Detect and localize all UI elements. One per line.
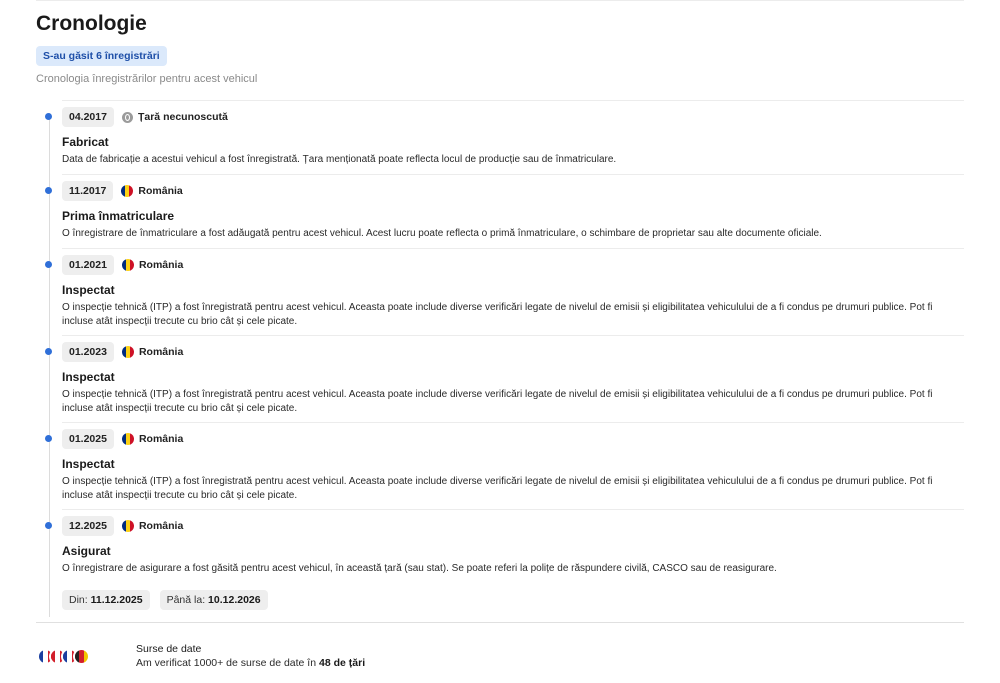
timeline-entry: 12.2025 România Asigurat O înregistrare …	[45, 509, 964, 610]
country-label: România	[121, 259, 184, 271]
period-to-chip: Până la: 10.12.2026	[159, 590, 268, 610]
timeline-entry: 04.2017 Țară necunoscută Fabricat Data d…	[45, 100, 964, 173]
country-name: România	[138, 520, 184, 532]
entry-description: O inspecție tehnică (ITP) a fost înregis…	[62, 302, 933, 327]
timeline-dot	[45, 113, 52, 120]
entry-description: O inspecție tehnică (ITP) a fost înregis…	[62, 476, 933, 501]
source-logos	[37, 648, 90, 665]
page-subtitle: Cronologia înregistrărilor pentru acest …	[36, 73, 258, 85]
entry-description: O înregistrare de înmatriculare a fost a…	[62, 228, 822, 239]
period-from-value: 11.12.2025	[90, 594, 143, 606]
page-title: Cronologie	[36, 12, 147, 35]
period-from-chip: Din: 11.12.2025	[62, 590, 150, 610]
country-name: România	[138, 259, 184, 271]
timeline-dot	[45, 522, 52, 529]
timeline-entry: 01.2023 România Inspectat O inspecție te…	[45, 335, 964, 421]
date-chip: 01.2023	[62, 342, 114, 362]
entry-description: O înregistrare de asigurare a fost găsit…	[62, 563, 777, 574]
entry-title: Fabricat	[62, 135, 109, 149]
top-divider	[36, 0, 964, 1]
country-label: România	[121, 346, 184, 358]
source-logo-icon	[73, 648, 90, 665]
entry-title: Asigurat	[62, 544, 111, 558]
timeline-entry: 01.2021 România Inspectat O inspecție te…	[45, 248, 964, 334]
sources-text-main: Am verificat 1000+ de surse de date în	[136, 657, 317, 669]
timeline-entry: 11.2017 România Prima înmatriculare O în…	[45, 174, 964, 247]
country-name: România	[138, 433, 184, 445]
date-chip: 01.2025	[62, 429, 114, 449]
country-label: România	[121, 185, 183, 197]
sources-countries: 48 de țări	[319, 657, 366, 669]
country-name: România	[138, 185, 183, 197]
globe-icon	[121, 111, 133, 123]
date-chip: 12.2025	[62, 516, 114, 536]
country-label: România	[121, 520, 184, 532]
entry-title: Inspectat	[62, 457, 115, 471]
insurance-period: Din: 11.12.2025 Până la: 10.12.2026	[62, 590, 278, 610]
country-name: Țară necunoscută	[137, 111, 228, 123]
country-name: România	[138, 346, 184, 358]
entry-title: Inspectat	[62, 370, 115, 384]
date-chip: 04.2017	[62, 107, 114, 127]
romania-flag-icon	[121, 259, 134, 271]
date-chip: 01.2021	[62, 255, 114, 275]
entry-title: Inspectat	[62, 283, 115, 297]
period-from-label: Din:	[69, 594, 88, 606]
timeline-dot	[45, 261, 52, 268]
timeline-dot	[45, 187, 52, 194]
romania-flag-icon	[121, 185, 134, 197]
timeline-dot	[45, 435, 52, 442]
country-label: Țară necunoscută	[121, 111, 228, 123]
date-chip: 11.2017	[62, 181, 114, 201]
romania-flag-icon	[121, 346, 134, 358]
period-to-label: Până la:	[166, 594, 206, 606]
country-label: România	[121, 433, 184, 445]
timeline-dot	[45, 348, 52, 355]
entry-description: O inspecție tehnică (ITP) a fost înregis…	[62, 389, 933, 414]
romania-flag-icon	[121, 520, 134, 532]
sources-text: Am verificat 1000+ de surse de date în 4…	[136, 657, 365, 669]
bottom-divider	[36, 622, 964, 623]
entry-description: Data de fabricație a acestui vehicul a f…	[62, 154, 617, 165]
entry-title: Prima înmatriculare	[62, 209, 175, 223]
timeline-entry: 01.2025 România Inspectat O inspecție te…	[45, 422, 964, 508]
sources-title: Surse de date	[136, 643, 202, 655]
period-to-value: 10.12.2026	[208, 594, 261, 606]
romania-flag-icon	[121, 433, 134, 445]
records-count-badge: S-au găsit 6 înregistrări	[36, 46, 167, 66]
